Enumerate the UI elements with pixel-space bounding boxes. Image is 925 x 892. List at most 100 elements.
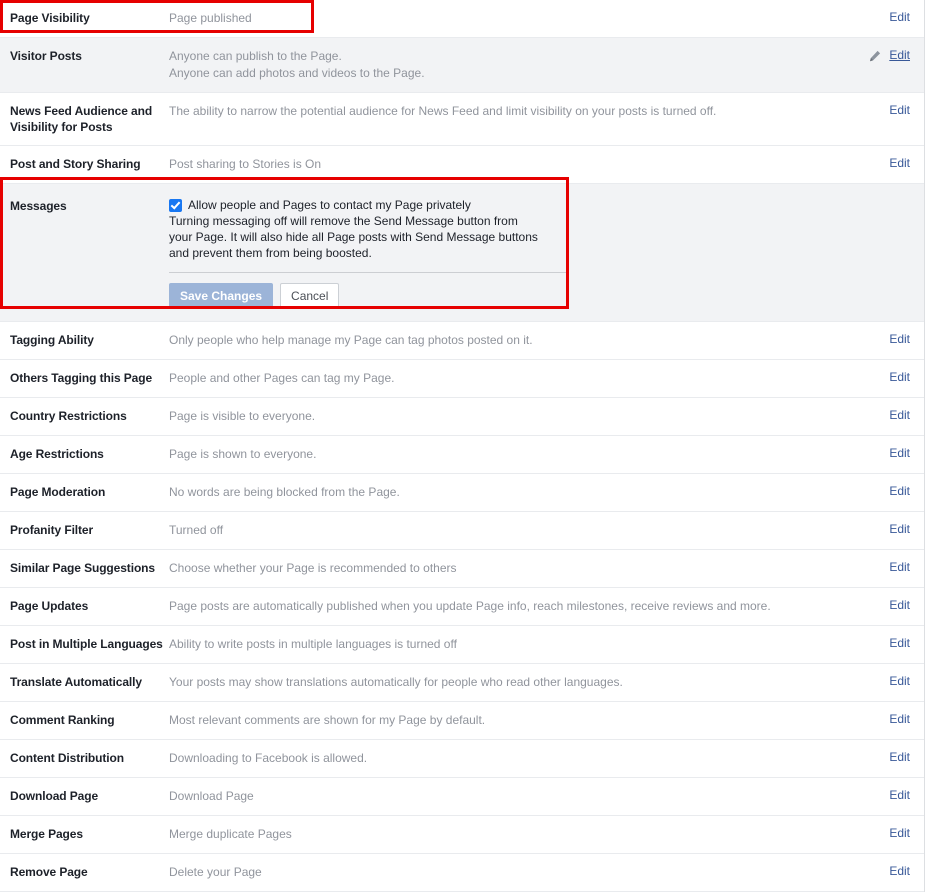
edit-link-post-in-multiple-languages[interactable]: Edit [889,636,910,650]
row-action-post-in-multiple-languages: Edit [889,636,924,650]
setting-value-page-visibility: Page published [169,10,889,27]
setting-value-line: Page published [169,11,252,25]
setting-value-line: Delete your Page [169,865,262,879]
setting-label-tagging-ability: Tagging Ability [10,333,94,347]
row-action-profanity-filter: Edit [889,522,924,536]
edit-link-page-updates[interactable]: Edit [889,598,910,612]
setting-row-profanity-filter: Profanity Filter Turned off Edit [0,512,924,550]
row-action-page-visibility: Edit [889,10,924,24]
setting-value-line: Merge duplicate Pages [169,827,292,841]
setting-value-line: Page is visible to everyone. [169,409,316,423]
row-action-tagging-ability: Edit [889,332,924,346]
row-action-content-distribution: Edit [889,750,924,764]
row-action-page-updates: Edit [889,598,924,612]
row-action-merge-pages: Edit [889,826,924,840]
row-action-others-tagging-this-page: Edit [889,370,924,384]
setting-label-remove-page: Remove Page [10,865,88,879]
row-action-page-moderation: Edit [889,484,924,498]
pencil-icon[interactable] [869,50,881,62]
edit-link-download-page[interactable]: Edit [889,788,910,802]
setting-value-content-distribution: Downloading to Facebook is allowed. [169,750,889,767]
row-action-country-restrictions: Edit [889,408,924,422]
setting-value-line: Anyone can publish to the Page. [169,49,342,63]
setting-value-page-moderation: No words are being blocked from the Page… [169,484,889,501]
edit-link-visitor-posts[interactable]: Edit [889,48,910,62]
setting-value-line: Turned off [169,523,224,537]
setting-label-similar-page-suggestions: Similar Page Suggestions [10,561,155,575]
cancel-button[interactable]: Cancel [280,283,340,309]
setting-value-line: The ability to narrow the potential audi… [169,104,717,118]
setting-value-translate-automatically: Your posts may show translations automat… [169,674,889,691]
setting-label-page-visibility: Page Visibility [10,11,90,25]
allow-contact-checkbox[interactable] [169,199,182,212]
allow-contact-checkbox-label: Allow people and Pages to contact my Pag… [188,198,471,212]
row-action-news-feed-audience: Edit [889,103,924,117]
edit-link-page-moderation[interactable]: Edit [889,484,910,498]
setting-value-line: No words are being blocked from the Page… [169,485,400,499]
setting-row-news-feed-audience: News Feed Audience and Visibility for Po… [0,93,924,146]
setting-label-comment-ranking: Comment Ranking [10,713,115,727]
setting-value-line: Downloading to Facebook is allowed. [169,751,368,765]
setting-label-age-restrictions: Age Restrictions [10,447,104,461]
page-settings-list: Page Visibility Page published Edit Visitor… [0,0,925,892]
setting-label-profanity-filter: Profanity Filter [10,523,94,537]
messages-editor-description: Turning messaging off will remove the Se… [169,214,538,260]
save-changes-button[interactable]: Save Changes [169,283,274,309]
setting-value-line: Ability to write posts in multiple langu… [169,637,457,651]
setting-label-messages: Messages [10,199,67,213]
setting-label-news-feed-audience: News Feed Audience and Visibility for Po… [10,104,153,134]
setting-row-age-restrictions: Age Restrictions Page is shown to everyon… [0,436,924,474]
setting-label-post-and-story-sharing: Post and Story Sharing [10,157,141,171]
setting-label-others-tagging-this-page: Others Tagging this Page [10,371,153,385]
setting-value-line: Download Page [169,789,254,803]
edit-link-remove-page[interactable]: Edit [889,864,910,878]
setting-row-similar-page-suggestions: Similar Page Suggestions Choose whether y… [0,550,924,588]
setting-value-visitor-posts: Anyone can publish to the Page. Anyone ca… [169,48,869,82]
setting-value-download-page: Download Page [169,788,889,805]
setting-label-post-in-multiple-languages: Post in Multiple Languages [10,637,163,651]
setting-row-content-distribution: Content Distribution Downloading to Faceb… [0,740,924,778]
edit-link-others-tagging-this-page[interactable]: Edit [889,370,910,384]
setting-value-tagging-ability: Only people who help manage my Page can … [169,332,889,349]
setting-value-post-and-story-sharing: Post sharing to Stories is On [169,156,889,173]
edit-link-page-visibility[interactable]: Edit [889,10,910,24]
edit-link-merge-pages[interactable]: Edit [889,826,910,840]
setting-row-remove-page: Remove Page Delete your Page Edit [0,854,924,892]
edit-link-tagging-ability[interactable]: Edit [889,332,910,346]
setting-row-download-page: Download Page Download Page Edit [0,778,924,816]
edit-link-translate-automatically[interactable]: Edit [889,674,910,688]
setting-label-page-updates: Page Updates [10,599,89,613]
edit-link-content-distribution[interactable]: Edit [889,750,910,764]
setting-row-country-restrictions: Country Restrictions Page is visible to e… [0,398,924,436]
edit-link-comment-ranking[interactable]: Edit [889,712,910,726]
setting-row-page-moderation: Page Moderation No words are being blocke… [0,474,924,512]
setting-label-translate-automatically: Translate Automatically [10,675,142,689]
setting-value-line: People and other Pages can tag my Page. [169,371,395,385]
edit-link-age-restrictions[interactable]: Edit [889,446,910,460]
setting-value-line: Anyone can add photos and videos to the … [169,66,425,80]
allow-contact-checkbox-row[interactable]: Allow people and Pages to contact my Pag… [169,198,559,213]
edit-link-country-restrictions[interactable]: Edit [889,408,910,422]
setting-value-line: Your posts may show translations automat… [169,675,623,689]
edit-link-post-and-story-sharing[interactable]: Edit [889,156,910,170]
setting-row-post-and-story-sharing: Post and Story Sharing Post sharing to St… [0,146,924,184]
row-action-similar-page-suggestions: Edit [889,560,924,574]
setting-value-merge-pages: Merge duplicate Pages [169,826,889,843]
setting-row-page-visibility: Page Visibility Page published Edit [0,0,924,38]
setting-row-post-in-multiple-languages: Post in Multiple Languages Ability to wri… [0,626,924,664]
setting-row-tagging-ability: Tagging Ability Only people who help mana… [0,322,924,360]
setting-value-page-updates: Page posts are automatically published w… [169,598,889,615]
setting-value-comment-ranking: Most relevant comments are shown for my … [169,712,889,729]
setting-value-line: Most relevant comments are shown for my … [169,713,486,727]
setting-label-visitor-posts: Visitor Posts [10,49,82,63]
row-action-translate-automatically: Edit [889,674,924,688]
setting-value-line: Page is shown to everyone. [169,447,317,461]
setting-label-content-distribution: Content Distribution [10,751,124,765]
setting-value-line: Only people who help manage my Page can … [169,333,533,347]
edit-link-profanity-filter[interactable]: Edit [889,522,910,536]
setting-value-remove-page: Delete your Page [169,864,889,881]
edit-link-similar-page-suggestions[interactable]: Edit [889,560,910,574]
setting-value-news-feed-audience: The ability to narrow the potential audi… [169,103,889,120]
setting-row-comment-ranking: Comment Ranking Most relevant comments ar… [0,702,924,740]
edit-link-news-feed-audience[interactable]: Edit [889,103,910,117]
